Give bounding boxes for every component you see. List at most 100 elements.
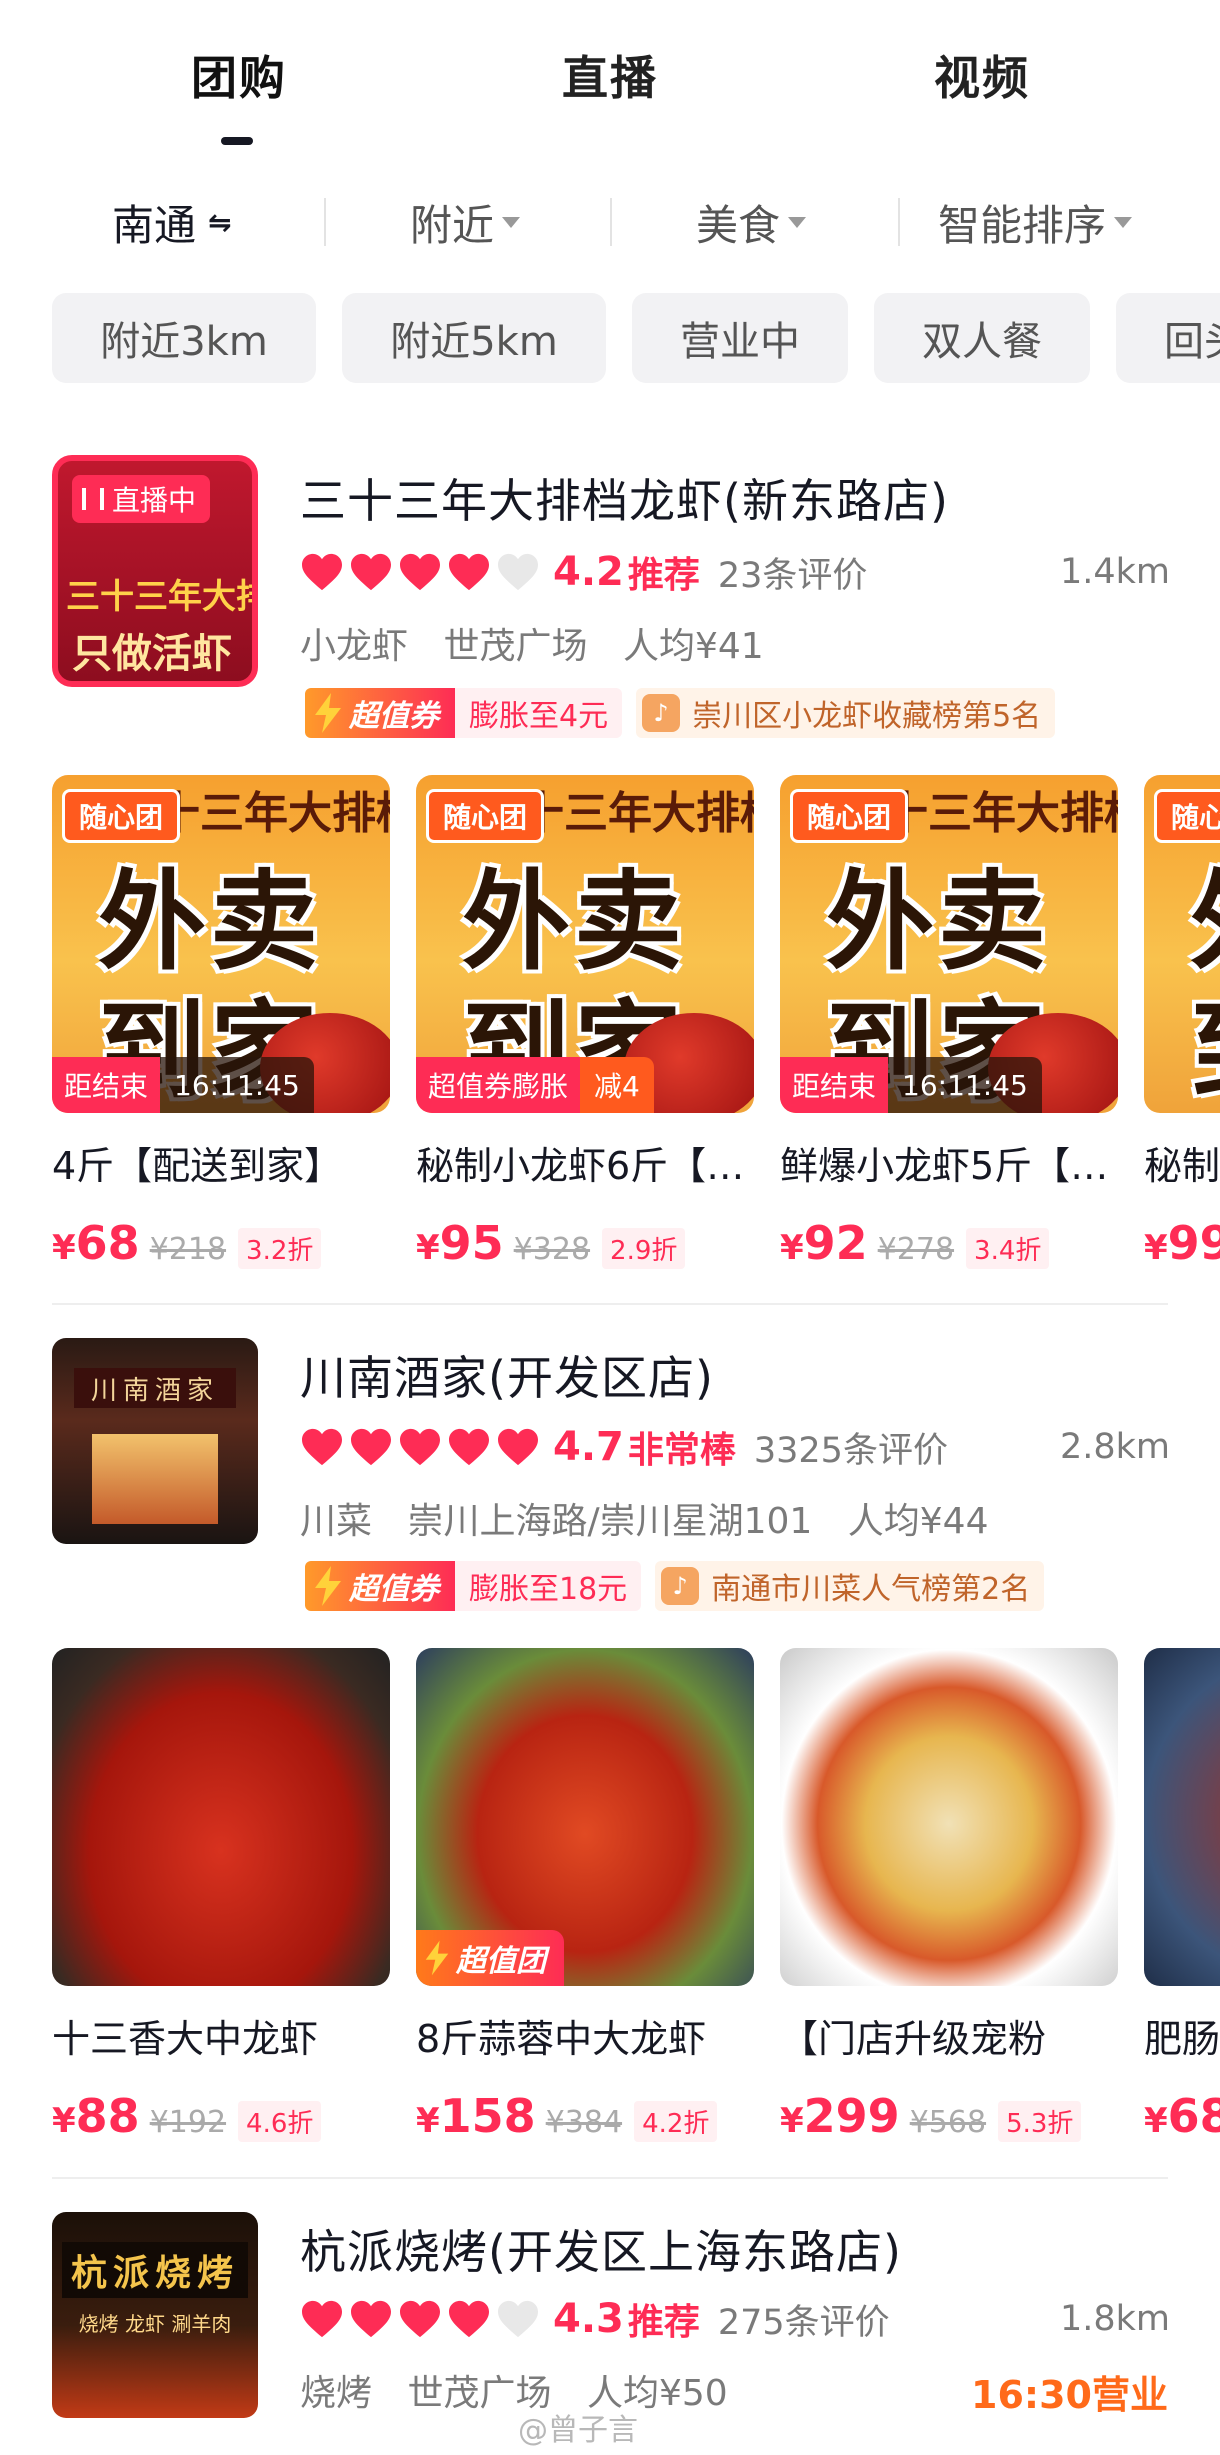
shop-name[interactable]: 三十三年大排档龙虾(新东路店) — [300, 465, 949, 531]
heart-icon — [302, 553, 342, 591]
countdown-bar: 距结束 16:11:45 — [52, 1057, 314, 1113]
bolt-icon — [315, 1566, 341, 1606]
coupon-boost-label: 超值券膨胀 — [416, 1057, 581, 1113]
live-badge: 直播中 — [72, 475, 211, 523]
deal-image[interactable] — [780, 1648, 1118, 1986]
chip-nearby-5km[interactable]: 附近5km — [342, 293, 606, 383]
deal-image[interactable]: 超值团 — [416, 1648, 754, 1986]
shop-area: 世茂广场 — [443, 626, 588, 667]
deal-card[interactable]: 三十三年大排档 外卖 到家 随心团 超值券膨胀 减4 秘制小龙虾6斤【配送到家】… — [416, 775, 754, 1270]
shop-thumbnail[interactable]: 川南酒家 — [52, 1338, 258, 1544]
heart-icon — [351, 2300, 391, 2338]
dish-photo — [1144, 1648, 1220, 1986]
heart-icon — [449, 1428, 489, 1466]
review-count[interactable]: 23条评价 — [718, 547, 868, 598]
chip-open-now[interactable]: 营业中 — [632, 293, 848, 383]
sort-filter[interactable]: 智能排序 — [938, 190, 1133, 254]
coupon-tag[interactable]: 超值券 膨胀至4元 — [305, 688, 623, 738]
original-price: ¥384 — [545, 2105, 623, 2140]
promo-badges: 超值券 膨胀至4元 ♪ 崇川区小龙虾收藏榜第5名 — [305, 687, 1056, 739]
deal-card[interactable]: 超值团 8斤蒜蓉中大龙虾 ¥158 ¥384 4.2折 — [416, 1648, 754, 2143]
city-filter[interactable]: 南通 ⇋ — [112, 190, 231, 254]
rank-tag[interactable]: ♪ 崇川区小龙虾收藏榜第5名 — [636, 688, 1056, 738]
rating-level: 非常棒 — [627, 1430, 736, 1471]
shop-area: 崇川上海路/崇川星湖101 — [407, 1501, 813, 1542]
deal-image[interactable] — [52, 1648, 390, 1986]
section-divider — [52, 1303, 1168, 1305]
flyer-tag: 随心团 — [426, 789, 545, 843]
rank-tag[interactable]: ♪ 南通市川菜人气榜第2名 — [655, 1561, 1045, 1611]
deal-card[interactable]: 【门店升级宠粉 ¥299 ¥568 5.3折 — [780, 1648, 1118, 2143]
deal-image[interactable] — [1144, 1648, 1220, 1986]
douyin-icon: ♪ — [661, 1567, 700, 1605]
coupon-label: 超值券 — [349, 1572, 439, 1607]
deal-card[interactable]: 三十三年大排档 外卖 到家 随心团 距结束 16:11:45 鲜爆小龙虾5斤【配… — [780, 775, 1118, 1270]
original-price: ¥568 — [909, 2105, 987, 2140]
shop-thumbnail-live[interactable]: 直播中 三十三年大排档 只做活虾 — [52, 455, 258, 687]
tab-video[interactable]: 视频 — [934, 42, 1030, 108]
tab-group-buy[interactable]: 团购 — [191, 42, 287, 108]
avg-price: 人均¥41 — [622, 626, 764, 667]
nearby-filter[interactable]: 附近 — [410, 190, 521, 254]
heart-icon — [498, 2300, 538, 2338]
heart-icon — [449, 553, 489, 591]
chip-two-person-meal[interactable]: 双人餐 — [874, 293, 1090, 383]
shop-name[interactable]: 杭派烧烤(开发区上海东路店) — [300, 2216, 902, 2282]
review-count[interactable]: 275条评价 — [718, 2294, 890, 2345]
crayfish-photo — [52, 1648, 390, 1986]
review-count[interactable]: 3325条评价 — [754, 1422, 948, 1473]
douyin-icon: ♪ — [642, 694, 681, 732]
deal-card[interactable]: 三十三年大排档 外卖 到家 随心团 秘制 ¥99 — [1144, 775, 1220, 1270]
shop-card[interactable]: 直播中 三十三年大排档 只做活虾 三十三年大排档龙虾(新东路店) 4.2 推荐 … — [0, 455, 1220, 1285]
shop-category: 小龙虾 — [300, 626, 409, 667]
thumbnail-caption-line2: 只做活虾 — [72, 631, 232, 677]
deal-card[interactable]: 三十三年大排档 外卖 到家 随心团 距结束 16:11:45 4斤【配送到家】 … — [52, 775, 390, 1270]
heart-icon — [302, 2300, 342, 2338]
coupon-boost-amount: 减4 — [580, 1057, 654, 1113]
shop-category: 烧烤 — [300, 2373, 373, 2414]
shop-category: 川菜 — [300, 1501, 373, 1542]
shop-name[interactable]: 川南酒家(开发区店) — [300, 1342, 714, 1408]
chip-repeat-customer[interactable]: 回头客 — [1116, 293, 1220, 383]
deal-image[interactable]: 三十三年大排档 外卖 到家 随心团 距结束 16:11:45 — [780, 775, 1118, 1113]
tab-live[interactable]: 直播 — [562, 42, 658, 108]
live-bars-icon — [82, 488, 104, 510]
price-row: ¥92 ¥278 3.4折 — [780, 1216, 1118, 1270]
active-tab-indicator — [221, 137, 253, 145]
deal-price: ¥99 — [1144, 1216, 1220, 1270]
heart-icon — [498, 553, 538, 591]
deal-price: ¥68 — [52, 1216, 140, 1270]
deal-image[interactable]: 三十三年大排档 外卖 到家 随心团 超值券膨胀 减4 — [416, 775, 754, 1113]
coupon-boost-bar: 超值券膨胀 减4 — [416, 1057, 654, 1113]
deal-title: 秘制小龙虾6斤【配送到家】 — [416, 1144, 754, 1188]
watermark: @曾子言 — [518, 2413, 638, 2448]
deal-image[interactable]: 三十三年大排档 外卖 到家 随心团 距结束 16:11:45 — [52, 775, 390, 1113]
coupon-tag[interactable]: 超值券 膨胀至18元 — [305, 1561, 642, 1611]
price-row: ¥99 — [1144, 1216, 1220, 1270]
shop-card[interactable]: 川南酒家 川南酒家(开发区店) 4.7 非常棒 3325条评价 2.8km 川菜… — [0, 1338, 1220, 2168]
discount-badge: 4.6折 — [238, 2101, 322, 2142]
chip-nearby-3km[interactable]: 附近3km — [52, 293, 316, 383]
countdown-label: 距结束 — [780, 1057, 889, 1113]
deal-title: 肥肠 — [1144, 2017, 1220, 2061]
thumbnail-caption-line1: 三十三年大排档 — [66, 577, 252, 617]
deal-list: 三十三年大排档 外卖 到家 随心团 距结束 16:11:45 4斤【配送到家】 … — [0, 775, 1220, 1295]
flyer-tag: 随心团 — [790, 789, 909, 843]
deal-title: 8斤蒜蓉中大龙虾 — [416, 2017, 707, 2061]
countdown-timer: 16:11:45 — [160, 1057, 314, 1113]
swap-icon: ⇋ — [208, 205, 232, 239]
original-price: ¥192 — [149, 2105, 227, 2140]
city-filter-label: 南通 — [112, 200, 197, 250]
rating-row: 4.3 推荐 275条评价 1.8km — [300, 2294, 1170, 2344]
deal-card[interactable]: 肥肠 ¥68 — [1144, 1648, 1220, 2143]
category-filter[interactable]: 美食 — [696, 190, 807, 254]
deal-image[interactable]: 三十三年大排档 外卖 到家 随心团 — [1144, 775, 1220, 1113]
nearby-filter-label: 附近 — [410, 200, 495, 250]
shop-thumbnail[interactable]: 杭派烧烤 烧烤 龙虾 涮羊肉 — [52, 2212, 258, 2418]
quick-filter-chips: 附近3km 附近5km 营业中 双人餐 回头客 — [0, 293, 1220, 385]
rating-level: 推荐 — [627, 555, 700, 596]
deal-card[interactable]: 十三香大中龙虾 ¥88 ¥192 4.6折 — [52, 1648, 390, 2143]
heart-icon — [498, 1428, 538, 1466]
price-row: ¥158 ¥384 4.2折 — [416, 2089, 754, 2143]
super-value-tag: 超值团 — [416, 1930, 564, 1986]
